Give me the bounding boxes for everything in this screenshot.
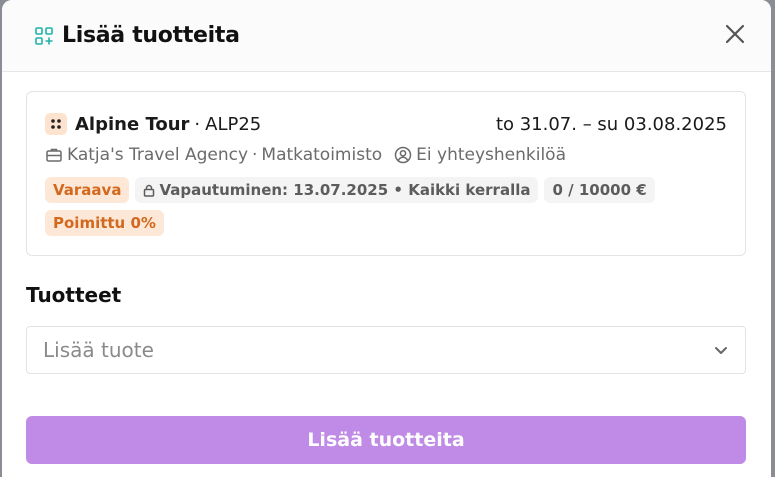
briefcase-icon [45, 146, 63, 164]
add-products-button[interactable]: Lisää tuotteita [26, 416, 746, 464]
product-select[interactable]: Lisää tuote [26, 326, 746, 374]
product-select-placeholder: Lisää tuote [43, 338, 154, 362]
add-products-modal: Lisää tuotteita Alpine Tour · ALP25 to 3… [2, 0, 771, 477]
modal-header: Lisää tuotteita [2, 0, 771, 72]
lock-icon [143, 184, 155, 197]
contact-info: Ei yhteyshenkilöä [394, 145, 566, 165]
close-icon [725, 24, 745, 44]
release-text: Vapautuminen: 13.07.2025 • Kaikki kerral… [159, 181, 531, 199]
close-button[interactable] [721, 20, 749, 48]
tour-name: Alpine Tour [75, 113, 190, 135]
modal-title: Lisää tuotteita [62, 23, 240, 48]
booking-agency-row: Katja's Travel Agency · Matkatoimisto Ei… [45, 142, 727, 168]
products-section-label: Tuotteet [26, 283, 122, 307]
agency-name: Katja's Travel Agency [67, 145, 249, 165]
amount-badge: 0 / 10000 € [544, 177, 655, 203]
release-badge: Vapautuminen: 13.07.2025 • Kaikki kerral… [135, 177, 539, 203]
contact-text: Ei yhteyshenkilöä [416, 145, 567, 165]
title-separator: · [194, 113, 201, 135]
picked-badge: Poimittu 0% [45, 210, 164, 236]
user-circle-icon [394, 146, 412, 164]
add-grid-icon [34, 26, 54, 46]
tour-dates: to 31.07. – su 03.08.2025 [495, 113, 727, 135]
agency-type: Matkatoimisto [261, 145, 383, 165]
booking-card: Alpine Tour · ALP25 to 31.07. – su 03.08… [26, 91, 746, 256]
tour-code: ALP25 [205, 113, 262, 135]
chevron-down-icon [713, 342, 729, 358]
grid-dots-icon [45, 113, 67, 135]
booking-title-row: Alpine Tour · ALP25 to 31.07. – su 03.08… [45, 110, 727, 138]
agency-separator: · [252, 145, 258, 165]
booking-badges-row: Varaava Vapautuminen: 13.07.2025 • Kaikk… [45, 176, 727, 204]
booking-picked-row: Poimittu 0% [45, 209, 727, 237]
status-badge: Varaava [45, 177, 130, 203]
